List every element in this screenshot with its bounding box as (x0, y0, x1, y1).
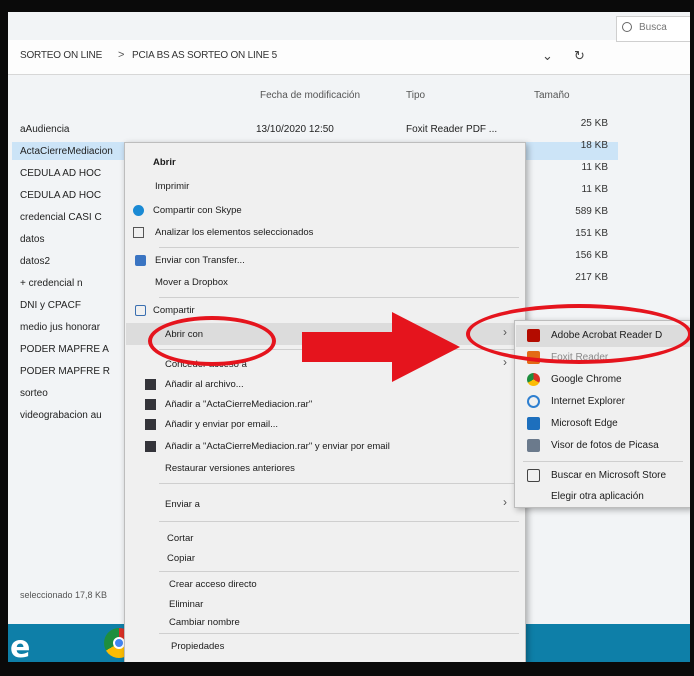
submenu-item-edge[interactable]: Microsoft Edge (551, 418, 618, 429)
menu-item-shortcut[interactable]: Crear acceso directo (169, 579, 257, 590)
menu-item-transfer[interactable]: Enviar con Transfer... (155, 255, 245, 266)
menu-item-add-rar[interactable]: Añadir a "ActaCierreMediacion.rar" (165, 399, 312, 410)
menu-item-print[interactable]: Imprimir (155, 181, 189, 192)
menu-item-add-rar-email[interactable]: Añadir a "ActaCierreMediacion.rar" y env… (165, 441, 390, 452)
store-icon (527, 469, 540, 482)
file-name[interactable]: PODER MAPFRE A (20, 344, 109, 355)
scan-icon (133, 227, 144, 238)
menu-item-add-archive[interactable]: Añadir al archivo... (165, 379, 244, 390)
file-size: 156 KB (575, 250, 608, 261)
menu-item-open[interactable]: Abrir (153, 157, 176, 168)
menu-divider (159, 633, 519, 634)
menu-item-add-email[interactable]: Añadir y enviar por email... (165, 419, 278, 430)
file-name[interactable]: DNI y CPACF (20, 300, 81, 311)
file-name[interactable]: medio jus honorar (20, 322, 100, 333)
file-name[interactable]: CEDULA AD HOC (20, 190, 101, 201)
menu-item-share[interactable]: Compartir (153, 305, 195, 316)
menu-item-copy[interactable]: Copiar (167, 553, 195, 564)
file-name[interactable]: datos2 (20, 256, 50, 267)
menu-item-dropbox[interactable]: Mover a Dropbox (155, 277, 228, 288)
transfer-icon (135, 255, 146, 266)
chevron-down-icon[interactable]: ⌄ (542, 48, 553, 64)
picasa-icon (527, 439, 540, 452)
address-bar[interactable]: SORTEO ON LINE > PCIA BS AS SORTEO ON LI… (8, 40, 690, 75)
menu-item-analyze[interactable]: Analizar los elementos seleccionados (155, 227, 313, 238)
menu-item-send-to[interactable]: Enviar a (165, 499, 200, 510)
menu-divider (159, 483, 519, 484)
winrar-icon (145, 419, 156, 430)
refresh-icon[interactable]: ↻ (574, 48, 585, 64)
file-name[interactable]: CEDULA AD HOC (20, 168, 101, 179)
breadcrumb-sorteo[interactable]: SORTEO ON LINE (20, 50, 102, 61)
file-name[interactable]: PODER MAPFRE R (20, 366, 110, 377)
file-date: 13/10/2020 12:50 (256, 124, 334, 135)
file-size: 11 KB (581, 184, 609, 195)
breadcrumb-current[interactable]: PCIA BS AS SORTEO ON LINE 5 (132, 50, 277, 61)
menu-item-rename[interactable]: Cambiar nombre (169, 617, 240, 628)
file-name[interactable]: credencial CASI C (20, 212, 102, 223)
file-type: Foxit Reader PDF ... (406, 124, 498, 135)
status-bar-text: seleccionado 17,8 KB (20, 590, 108, 600)
file-size: 18 KB (580, 140, 608, 151)
menu-item-cut[interactable]: Cortar (167, 533, 193, 544)
red-circle-acrobat (466, 304, 690, 364)
file-size: 25 KB (580, 118, 608, 129)
submenu-item-store[interactable]: Buscar en Microsoft Store (551, 470, 666, 481)
submenu-item-chrome[interactable]: Google Chrome (551, 374, 622, 385)
file-size: 217 KB (575, 272, 608, 283)
edge-icon (527, 417, 540, 430)
context-menu: Abrir Imprimir Compartir con Skype Anali… (124, 142, 526, 662)
chevron-right-icon: › (503, 495, 507, 509)
file-name[interactable]: + credencial n (20, 278, 83, 289)
search-icon (622, 22, 632, 32)
file-name[interactable]: ActaCierreMediacion (20, 146, 113, 157)
breadcrumb-separator: > (118, 49, 125, 61)
explorer-window: SORTEO ON LINE > PCIA BS AS SORTEO ON LI… (8, 12, 690, 662)
file-size: 151 KB (575, 228, 608, 239)
menu-item-restore[interactable]: Restaurar versiones anteriores (165, 463, 295, 474)
red-arrow-annotation (302, 312, 460, 382)
column-modified[interactable]: Fecha de modificación (260, 90, 360, 101)
edge-taskbar-icon[interactable]: e (10, 630, 30, 662)
search-placeholder: Busca (639, 22, 667, 33)
submenu-item-choose-app[interactable]: Elegir otra aplicación (551, 491, 644, 502)
file-name[interactable]: videograbacion au (20, 410, 102, 421)
menu-divider (159, 247, 519, 248)
winrar-icon (145, 379, 156, 390)
internet-explorer-icon (527, 395, 540, 408)
winrar-icon (145, 441, 156, 452)
menu-divider (159, 571, 519, 572)
menu-item-delete[interactable]: Eliminar (169, 599, 203, 610)
file-name[interactable]: aAudiencia (20, 124, 69, 135)
submenu-item-ie[interactable]: Internet Explorer (551, 396, 625, 407)
file-size: 11 KB (581, 162, 609, 173)
chrome-icon (527, 373, 540, 386)
menu-item-properties[interactable]: Propiedades (171, 641, 224, 652)
column-type[interactable]: Tipo (406, 90, 425, 101)
menu-item-share-skype[interactable]: Compartir con Skype (153, 205, 242, 216)
search-input[interactable]: Busca (616, 16, 690, 42)
skype-icon (133, 205, 144, 216)
winrar-icon (145, 399, 156, 410)
photo-frame: SORTEO ON LINE > PCIA BS AS SORTEO ON LI… (0, 0, 694, 676)
file-size: 589 KB (575, 206, 608, 217)
share-icon (135, 305, 146, 316)
menu-divider (159, 297, 519, 298)
file-name[interactable]: sorteo (20, 388, 48, 399)
file-name[interactable]: datos (20, 234, 44, 245)
menu-divider (159, 521, 519, 522)
submenu-divider (523, 461, 683, 462)
submenu-item-picasa[interactable]: Visor de fotos de Picasa (551, 440, 659, 451)
red-circle-open-with (148, 316, 276, 366)
column-size[interactable]: Tamaño (534, 90, 570, 101)
